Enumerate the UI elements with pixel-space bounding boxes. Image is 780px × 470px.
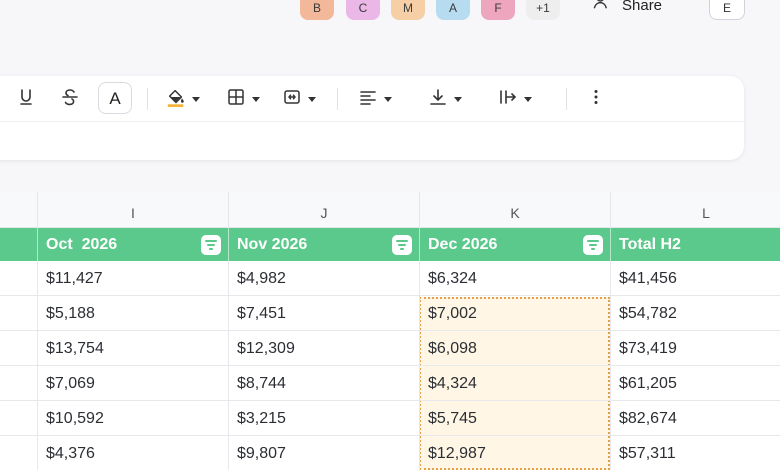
- table-row: $5,188 $7,451 $7,002 $54,782: [0, 296, 780, 331]
- collaborator-avatar[interactable]: F: [481, 0, 515, 20]
- spreadsheet-app: B C M A F +1 Share E A I J K L Oct 2026 …: [0, 0, 780, 470]
- share-button[interactable]: Share: [592, 0, 662, 20]
- toolbar-divider: [147, 88, 148, 110]
- formula-bar[interactable]: [0, 123, 744, 160]
- header-label: Nov 2026: [237, 236, 308, 253]
- column-header-row: I J K L: [0, 192, 780, 228]
- font-color-button[interactable]: A: [98, 82, 132, 114]
- table-cell[interactable]: $7,069: [37, 366, 228, 401]
- top-bar: B C M A F +1 Share E: [0, 0, 780, 30]
- strikethrough-button[interactable]: [60, 84, 80, 114]
- table-cell[interactable]: $41,456: [610, 261, 780, 296]
- table-header-cell[interactable]: Nov 2026: [228, 228, 419, 261]
- text-wrap-dropdown[interactable]: [498, 84, 532, 114]
- collaborator-avatar[interactable]: B: [300, 0, 334, 20]
- table-cell[interactable]: $57,311: [610, 436, 780, 470]
- table-cell[interactable]: $3,215: [228, 401, 419, 436]
- horizontal-align-dropdown[interactable]: [358, 84, 392, 114]
- table-cell[interactable]: $7,002: [419, 296, 610, 331]
- align-left-icon: [358, 87, 378, 111]
- table-header-cell[interactable]: Oct 2026: [37, 228, 228, 261]
- table-cell[interactable]: $8,744: [228, 366, 419, 401]
- table-cell[interactable]: $5,745: [419, 401, 610, 436]
- vertical-align-dropdown[interactable]: [428, 84, 462, 114]
- table-cell[interactable]: $5,188: [37, 296, 228, 331]
- paint-bucket-icon: [166, 87, 186, 111]
- column-header-j[interactable]: J: [228, 192, 419, 228]
- formatting-toolbar: A: [0, 76, 744, 122]
- table-row: $10,592 $3,215 $5,745 $82,674: [0, 401, 780, 436]
- underline-icon: [16, 87, 36, 111]
- table-cell[interactable]: $73,419: [610, 331, 780, 366]
- table-cell[interactable]: $6,098: [419, 331, 610, 366]
- column-header-k[interactable]: K: [419, 192, 610, 228]
- borders-icon: [226, 87, 246, 111]
- column-header-l[interactable]: L: [610, 192, 780, 228]
- chevron-down-icon: [384, 96, 392, 102]
- share-label: Share: [622, 0, 663, 14]
- borders-dropdown[interactable]: [226, 84, 260, 114]
- header-label: Total H2: [619, 236, 681, 253]
- collaborator-avatar[interactable]: C: [346, 0, 380, 20]
- table-row: $4,376 $9,807 $12,987 $57,311: [0, 436, 780, 470]
- add-person-icon: [592, 0, 612, 21]
- table-cell[interactable]: $6,324: [419, 261, 610, 296]
- filter-icon[interactable]: [201, 235, 221, 255]
- table-row: $7,069 $8,744 $4,324 $61,205: [0, 366, 780, 401]
- table-cell[interactable]: $13,754: [37, 331, 228, 366]
- strikethrough-icon: [60, 87, 80, 111]
- fill-color-dropdown[interactable]: [166, 84, 200, 114]
- toolbar-divider: [566, 88, 567, 110]
- table-cell[interactable]: $4,324: [419, 366, 610, 401]
- table-cell[interactable]: $61,205: [610, 366, 780, 401]
- collaborator-avatar[interactable]: M: [391, 0, 425, 20]
- table-cell[interactable]: $4,982: [228, 261, 419, 296]
- align-bottom-icon: [428, 87, 448, 111]
- table-header-cell[interactable]: Dec 2026: [419, 228, 610, 261]
- toolbar-divider: [337, 88, 338, 110]
- chevron-down-icon: [454, 96, 462, 102]
- table-cell[interactable]: $10,592: [37, 401, 228, 436]
- chevron-down-icon: [524, 96, 532, 102]
- header-label: Dec 2026: [428, 236, 498, 253]
- more-vertical-icon: [586, 87, 606, 111]
- column-header-i[interactable]: I: [37, 192, 228, 228]
- chevron-down-icon: [192, 96, 200, 102]
- table-row: $11,427 $4,982 $6,324 $41,456: [0, 261, 780, 296]
- table-cell[interactable]: $9,807: [228, 436, 419, 470]
- table-cell[interactable]: $7,451: [228, 296, 419, 331]
- merge-cells-dropdown[interactable]: [282, 84, 316, 114]
- table-row: $13,754 $12,309 $6,098 $73,419: [0, 331, 780, 366]
- toolbar-panel: A: [0, 76, 744, 160]
- table-cell[interactable]: $12,309: [228, 331, 419, 366]
- more-options-button[interactable]: [586, 84, 606, 114]
- table-cell[interactable]: $54,782: [610, 296, 780, 331]
- table-cell[interactable]: $82,674: [610, 401, 780, 436]
- table-header-row: Oct 2026 Nov 2026 Dec 2026 Total H2: [0, 228, 780, 261]
- chevron-down-icon: [252, 96, 260, 102]
- more-collaborators-badge[interactable]: +1: [526, 0, 560, 20]
- table-cell[interactable]: $11,427: [37, 261, 228, 296]
- filter-icon[interactable]: [392, 235, 412, 255]
- merge-cells-icon: [282, 87, 302, 111]
- filter-icon[interactable]: [583, 235, 603, 255]
- collaborator-avatar[interactable]: A: [436, 0, 470, 20]
- text-wrap-icon: [498, 87, 518, 111]
- table-cell[interactable]: $4,376: [37, 436, 228, 470]
- table-cell[interactable]: $12,987: [419, 436, 610, 470]
- underline-button[interactable]: [16, 84, 36, 114]
- user-avatar[interactable]: E: [709, 0, 745, 20]
- chevron-down-icon: [308, 96, 316, 102]
- table-header-cell[interactable]: Total H2: [610, 228, 780, 261]
- header-label: Oct 2026: [46, 236, 118, 253]
- sheet-grid: I J K L Oct 2026 Nov 2026 Dec 2026 Total…: [0, 192, 780, 470]
